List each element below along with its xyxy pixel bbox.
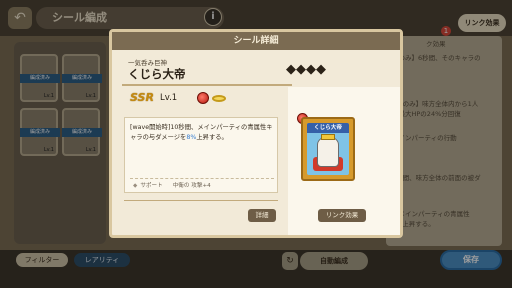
card-art: くじら大帝 xyxy=(307,123,349,175)
divider xyxy=(122,84,292,86)
divider xyxy=(124,200,278,201)
ring-icon xyxy=(212,95,226,102)
diamond-bullet-icon: ◆ xyxy=(133,183,138,189)
dashed-divider xyxy=(130,178,274,179)
support-line: ◆ サポート 中衛の 攻撃+4 xyxy=(133,181,211,189)
detail-button[interactable]: 詳細 xyxy=(248,209,276,222)
rank-diamonds: ◆◆◆◆ xyxy=(286,62,326,77)
description-box: [wave開始時]10秒間、メインパーティの青属性キャラの与ダメージを8%上昇す… xyxy=(124,117,278,193)
level-label: Lv.1 xyxy=(160,93,178,103)
support-value: 中衛の 攻撃+4 xyxy=(172,183,211,189)
modal-title: シール詳細 xyxy=(112,32,400,50)
link-effect-button[interactable]: リンク効果 xyxy=(318,209,366,222)
sticker-name: くじら大帝 xyxy=(128,67,186,81)
rarity-label: SSR xyxy=(130,91,154,104)
card-title: くじら大帝 xyxy=(307,123,349,133)
crown-icon xyxy=(321,134,335,140)
support-label: サポート xyxy=(140,183,163,189)
sticker-detail-modal: シール詳細 一気呑み巨神 くじら大帝 ◆◆◆◆ SSR Lv.1 [wave開始… xyxy=(109,29,403,238)
card-art-character xyxy=(317,137,339,167)
sticker-card-image: くじら大帝 xyxy=(301,117,355,181)
description-text: [wave開始時]10秒間、メインパーティの青属性キャラの与ダメージを8%上昇す… xyxy=(130,124,273,141)
description-highlight: 8% xyxy=(186,134,197,141)
red-attribute-icon xyxy=(197,92,209,104)
